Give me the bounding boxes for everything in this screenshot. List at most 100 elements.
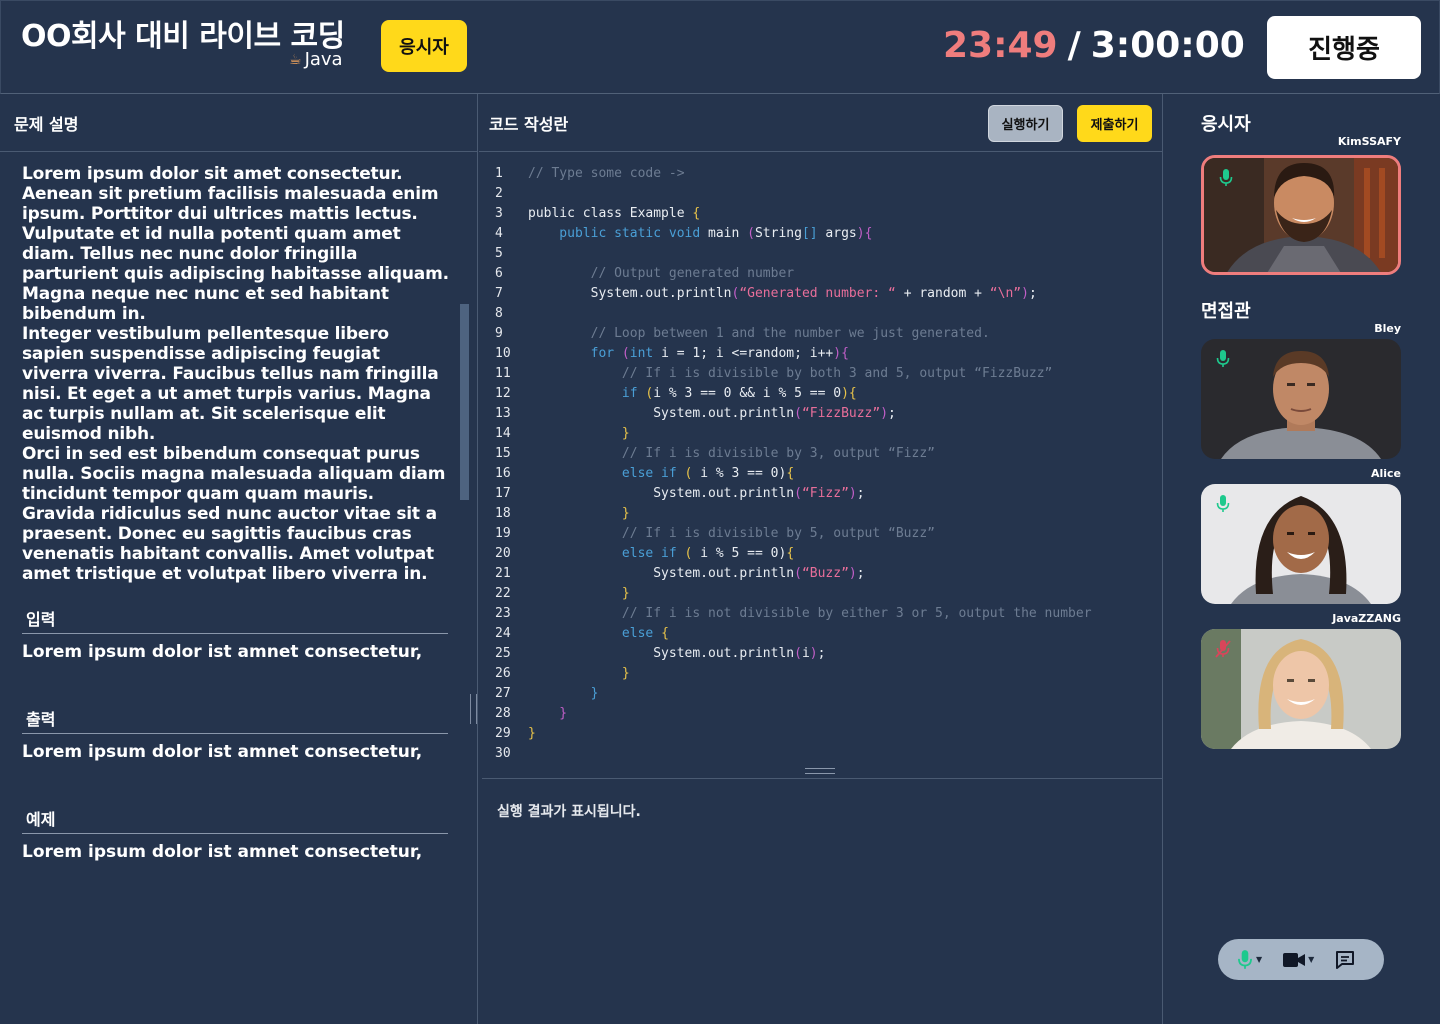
line-number: 28 — [495, 706, 511, 721]
code-text[interactable]: public static void main (String[] args){ — [528, 224, 872, 244]
chevron-down-icon[interactable]: ▼ — [1256, 955, 1262, 964]
timer-separator: / — [1067, 25, 1081, 66]
code-text[interactable]: } — [528, 424, 630, 444]
code-editor[interactable]: 1// Type some code -> 2 3 public class Exam… — [479, 164, 1163, 774]
code-token: “Fizz” — [801, 486, 849, 501]
candidate-title: 응시자 — [1201, 114, 1251, 135]
example-body: Lorem ipsum dolor ist amnet consectetur, — [22, 842, 423, 862]
code-line[interactable]: 26 } — [479, 664, 1163, 684]
code-text[interactable]: // If i is not divisible by either 3 or … — [528, 604, 1092, 624]
code-line[interactable]: 8 — [479, 304, 1163, 324]
code-token: “Generated number: “ — [739, 286, 896, 301]
code-text[interactable]: for (int i = 1; i <=random; i++){ — [528, 344, 849, 364]
line-number: 18 — [495, 506, 511, 521]
code-text[interactable]: else { — [528, 624, 669, 644]
code-token: } — [528, 686, 599, 701]
code-token: System.out.println — [528, 486, 795, 501]
line-number: 24 — [495, 626, 511, 641]
code-text[interactable]: } — [528, 504, 630, 524]
session-status-button[interactable]: 진행중 — [1267, 16, 1421, 79]
code-line[interactable]: 22 } — [479, 584, 1163, 604]
participant-name: Alice — [1370, 467, 1401, 480]
code-line[interactable]: 28 } — [479, 704, 1163, 724]
code-line[interactable]: 14 } — [479, 424, 1163, 444]
code-text[interactable]: // If i is divisible by 5, output “Buzz” — [528, 524, 935, 544]
microphone-on-icon[interactable] — [1215, 494, 1231, 514]
code-text[interactable]: } — [528, 664, 630, 684]
code-line[interactable]: 18 } — [479, 504, 1163, 524]
chat-button[interactable] — [1334, 949, 1356, 971]
code-line[interactable]: 30 — [479, 744, 1163, 764]
code-line[interactable]: 25 System.out.println(i); — [479, 644, 1163, 664]
line-number: 25 — [495, 646, 511, 661]
microphone-on-icon[interactable] — [1215, 349, 1231, 369]
code-text[interactable]: } — [528, 724, 536, 744]
code-text[interactable]: if (i % 3 == 0 && i % 5 == 0){ — [528, 384, 857, 404]
participant-photo — [1201, 339, 1401, 459]
code-line[interactable]: 5 — [479, 244, 1163, 264]
code-text[interactable]: // Loop between 1 and the number we just… — [528, 324, 990, 344]
panel-resize-handle[interactable] — [470, 694, 477, 724]
code-text[interactable]: } — [528, 704, 567, 724]
code-line[interactable]: 15 // If i is divisible by 3, output “Fi… — [479, 444, 1163, 464]
code-line[interactable]: 19 // If i is divisible by 5, output “Bu… — [479, 524, 1163, 544]
code-line[interactable]: 7 System.out.println(“Generated number: … — [479, 284, 1163, 304]
code-text[interactable]: System.out.println(“Buzz”); — [528, 564, 864, 584]
code-text[interactable]: // Type some code -> — [528, 164, 685, 184]
code-line[interactable]: 29} — [479, 724, 1163, 744]
code-token: ( — [621, 346, 630, 361]
code-text[interactable]: // If i is divisible by both 3 and 5, ou… — [528, 364, 1052, 384]
code-token: ) — [809, 646, 818, 661]
candidate-video[interactable] — [1201, 155, 1401, 275]
code-line[interactable]: 4 public static void main (String[] args… — [479, 224, 1163, 244]
code-token: ) — [841, 386, 849, 401]
code-line[interactable]: 16 else if ( i % 3 == 0){ — [479, 464, 1163, 484]
editor-resize-grip[interactable] — [805, 768, 835, 774]
interviewer-video-alice[interactable] — [1201, 484, 1401, 604]
description-scrollbar[interactable] — [460, 304, 469, 500]
code-line[interactable]: 12 if (i % 3 == 0 && i % 5 == 0){ — [479, 384, 1163, 404]
code-line[interactable]: 21 System.out.println(“Buzz”); — [479, 564, 1163, 584]
camera-toggle[interactable]: ▼ — [1282, 951, 1314, 969]
timer-total: 3:00:00 — [1090, 25, 1245, 66]
code-token: if — [528, 386, 646, 401]
code-line[interactable]: 2 — [479, 184, 1163, 204]
code-token: { — [661, 626, 669, 641]
code-line[interactable]: 13 System.out.println(“FizzBuzz”); — [479, 404, 1163, 424]
code-token: i = 1; i <=random; i++ — [661, 346, 834, 361]
code-text[interactable]: public class Example { — [528, 204, 700, 224]
run-button[interactable]: 실행하기 — [988, 105, 1063, 142]
code-text[interactable]: System.out.println(“FizzBuzz”); — [528, 404, 896, 424]
code-text[interactable]: } — [528, 684, 599, 704]
code-text[interactable]: System.out.println(i); — [528, 644, 825, 664]
code-text[interactable]: System.out.println(“Generated number: “ … — [528, 284, 1037, 304]
microphone-toggle[interactable]: ▼ — [1236, 949, 1262, 971]
code-line[interactable]: 17 System.out.println(“Fizz”); — [479, 484, 1163, 504]
code-line[interactable]: 10 for (int i = 1; i <=random; i++){ — [479, 344, 1163, 364]
code-line[interactable]: 1 // Type some code -> — [479, 164, 1163, 184]
interviewer-video-bley[interactable] — [1201, 339, 1401, 459]
code-line[interactable]: 6 // Output generated number — [479, 264, 1163, 284]
code-line[interactable]: 3 public class Example { — [479, 204, 1163, 224]
code-text[interactable]: // Output generated number — [528, 264, 795, 284]
code-text[interactable]: else if ( i % 5 == 0){ — [528, 544, 794, 564]
code-line[interactable]: 9 // Loop between 1 and the number we ju… — [479, 324, 1163, 344]
code-token: // Loop between 1 and the number we just… — [528, 326, 990, 341]
code-line[interactable]: 20 else if ( i % 5 == 0){ — [479, 544, 1163, 564]
microphone-on-icon[interactable] — [1218, 168, 1234, 188]
code-text[interactable]: } — [528, 584, 630, 604]
code-line[interactable]: 27 } — [479, 684, 1163, 704]
problem-description: Lorem ipsum dolor sit amet consectetur. … — [22, 164, 450, 584]
code-text[interactable]: // If i is divisible by 3, output “Fizz” — [528, 444, 935, 464]
interviewer-video-javazzang[interactable] — [1201, 629, 1401, 749]
code-line[interactable]: 11 // If i is divisible by both 3 and 5,… — [479, 364, 1163, 384]
code-text[interactable]: else if ( i % 3 == 0){ — [528, 464, 794, 484]
chevron-down-icon[interactable]: ▼ — [1308, 955, 1314, 964]
problem-paragraph: Integer vestibulum pellentesque libero s… — [22, 324, 439, 444]
microphone-muted-icon[interactable] — [1215, 639, 1231, 659]
code-line[interactable]: 23 // If i is not divisible by either 3 … — [479, 604, 1163, 624]
participant-photo — [1201, 629, 1401, 749]
submit-button[interactable]: 제출하기 — [1077, 105, 1152, 142]
code-line[interactable]: 24 else { — [479, 624, 1163, 644]
code-text[interactable]: System.out.println(“Fizz”); — [528, 484, 864, 504]
